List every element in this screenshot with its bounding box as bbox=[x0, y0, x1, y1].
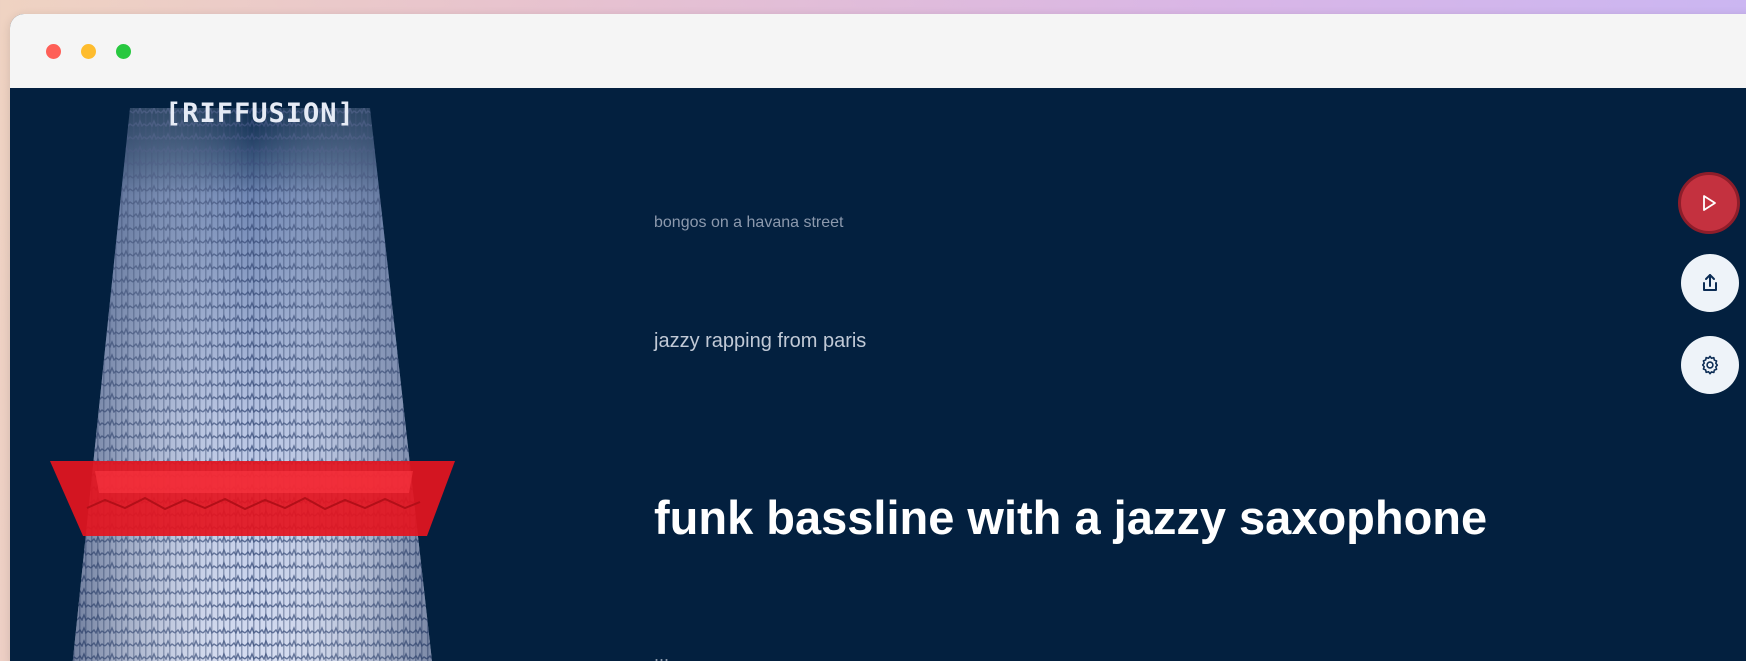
close-window-button[interactable] bbox=[46, 44, 61, 59]
window-titlebar bbox=[10, 14, 1746, 89]
minimize-window-button[interactable] bbox=[81, 44, 96, 59]
prompt-past: bongos on a havana street bbox=[654, 214, 844, 231]
riffusion-app: [RIFFUSION] bongos on a havana street ja… bbox=[10, 88, 1746, 661]
prompt-previous: jazzy rapping from paris bbox=[654, 330, 867, 352]
brand-logo: [RIFFUSION] bbox=[165, 98, 355, 129]
share-button[interactable] bbox=[1681, 254, 1739, 312]
play-button[interactable] bbox=[1678, 172, 1740, 234]
settings-button[interactable] bbox=[1681, 336, 1739, 394]
prompt-current: funk bassline with a jazzy saxophone bbox=[654, 491, 1488, 544]
zoom-window-button[interactable] bbox=[116, 44, 131, 59]
play-icon bbox=[1703, 195, 1716, 211]
share-icon bbox=[1703, 274, 1717, 291]
gear-icon bbox=[1701, 355, 1719, 375]
spectrogram-visualization bbox=[50, 108, 455, 661]
browser-window: [RIFFUSION] bongos on a havana street ja… bbox=[10, 14, 1746, 661]
prompt-upcoming: ... bbox=[654, 645, 670, 661]
